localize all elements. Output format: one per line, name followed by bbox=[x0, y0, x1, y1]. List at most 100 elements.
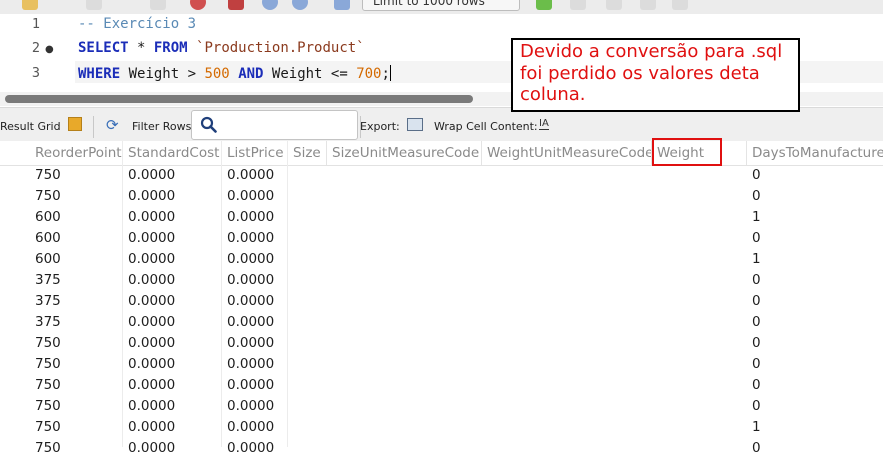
lightning-cursor-icon[interactable] bbox=[86, 0, 102, 10]
table-row[interactable]: 750 0.0000 0.0000 1 bbox=[0, 417, 883, 438]
rollback-icon[interactable] bbox=[292, 0, 308, 10]
table-cell[interactable]: 600 bbox=[30, 207, 123, 228]
table-cell[interactable]: 0 bbox=[747, 375, 883, 396]
table-cell[interactable]: 0.0000 bbox=[123, 312, 222, 333]
table-cell[interactable] bbox=[288, 165, 327, 186]
table-cell[interactable] bbox=[482, 249, 652, 270]
table-row[interactable]: 375 0.0000 0.0000 0 bbox=[0, 270, 883, 291]
table-cell[interactable]: 0.0000 bbox=[123, 165, 222, 186]
table-cell[interactable] bbox=[652, 333, 747, 354]
table-cell[interactable] bbox=[482, 396, 652, 417]
explain-icon[interactable] bbox=[150, 0, 166, 10]
table-cell[interactable]: 1 bbox=[747, 207, 883, 228]
column-header-daystomanufacture[interactable]: DaysToManufacture bbox=[747, 141, 883, 165]
table-cell[interactable]: 375 bbox=[30, 291, 123, 312]
table-cell[interactable]: 0 bbox=[747, 165, 883, 186]
table-cell[interactable] bbox=[288, 249, 327, 270]
table-cell[interactable]: 600 bbox=[30, 228, 123, 249]
table-cell[interactable]: 750 bbox=[30, 354, 123, 375]
table-cell[interactable] bbox=[482, 354, 652, 375]
table-row[interactable]: 750 0.0000 0.0000 0 bbox=[0, 333, 883, 354]
column-header-standardcost[interactable]: StandardCost bbox=[123, 141, 222, 165]
table-cell[interactable]: 0.0000 bbox=[123, 396, 222, 417]
table-cell[interactable] bbox=[482, 270, 652, 291]
table-cell[interactable] bbox=[327, 207, 482, 228]
stop-icon[interactable] bbox=[190, 0, 206, 10]
column-header-sizeunitmeasurecode[interactable]: SizeUnitMeasureCode bbox=[327, 141, 482, 165]
table-cell[interactable]: 750 bbox=[30, 396, 123, 417]
table-cell[interactable]: 0.0000 bbox=[222, 312, 288, 333]
refresh-icon[interactable]: ⟳ bbox=[106, 116, 119, 134]
table-cell[interactable]: 1 bbox=[747, 417, 883, 438]
table-cell[interactable] bbox=[288, 207, 327, 228]
table-row[interactable]: 750 0.0000 0.0000 0 bbox=[0, 396, 883, 417]
table-cell[interactable] bbox=[482, 312, 652, 333]
column-header-listprice[interactable]: ListPrice bbox=[222, 141, 288, 165]
table-row[interactable]: 600 0.0000 0.0000 1 bbox=[0, 249, 883, 270]
table-cell[interactable] bbox=[652, 396, 747, 417]
table-cell[interactable] bbox=[652, 312, 747, 333]
table-cell[interactable] bbox=[652, 249, 747, 270]
table-cell[interactable]: 0.0000 bbox=[123, 438, 222, 459]
table-cell[interactable] bbox=[288, 228, 327, 249]
table-cell[interactable] bbox=[652, 228, 747, 249]
table-cell[interactable] bbox=[288, 438, 327, 459]
table-cell[interactable] bbox=[482, 417, 652, 438]
table-cell[interactable]: 0.0000 bbox=[222, 228, 288, 249]
table-cell[interactable]: 0.0000 bbox=[123, 207, 222, 228]
table-cell[interactable] bbox=[652, 291, 747, 312]
table-cell[interactable]: 750 bbox=[30, 333, 123, 354]
column-header-reorderpoint[interactable]: ReorderPoint bbox=[30, 141, 123, 165]
table-cell[interactable]: 0.0000 bbox=[123, 186, 222, 207]
table-cell[interactable]: 0.0000 bbox=[123, 375, 222, 396]
table-cell[interactable]: 0.0000 bbox=[123, 291, 222, 312]
table-cell[interactable] bbox=[327, 312, 482, 333]
grid-view-icon[interactable] bbox=[68, 117, 82, 131]
table-cell[interactable]: 750 bbox=[30, 417, 123, 438]
table-cell[interactable] bbox=[327, 186, 482, 207]
table-cell[interactable] bbox=[327, 396, 482, 417]
toggle-icon[interactable] bbox=[228, 0, 244, 10]
table-cell[interactable] bbox=[652, 186, 747, 207]
limit-rows-select[interactable]: Limit to 1000 rows bbox=[362, 0, 520, 11]
table-cell[interactable]: 0 bbox=[747, 270, 883, 291]
table-cell[interactable]: 0 bbox=[747, 312, 883, 333]
table-row[interactable]: 750 0.0000 0.0000 0 bbox=[0, 354, 883, 375]
table-cell[interactable]: 0.0000 bbox=[222, 270, 288, 291]
table-cell[interactable]: 0 bbox=[747, 333, 883, 354]
beautify-icon[interactable] bbox=[570, 0, 586, 10]
code-line-3[interactable]: WHERE Weight > 500 AND Weight <= 700; bbox=[78, 65, 391, 82]
result-grid-tab[interactable]: Result Grid bbox=[0, 120, 61, 133]
table-cell[interactable] bbox=[652, 354, 747, 375]
table-cell[interactable]: 0 bbox=[747, 291, 883, 312]
table-cell[interactable] bbox=[327, 333, 482, 354]
column-header-size[interactable]: Size bbox=[288, 141, 327, 165]
table-cell[interactable]: 0.0000 bbox=[222, 396, 288, 417]
table-cell[interactable] bbox=[288, 291, 327, 312]
table-cell[interactable] bbox=[652, 270, 747, 291]
table-cell[interactable]: 375 bbox=[30, 312, 123, 333]
fold-icon[interactable]: ● bbox=[45, 44, 54, 55]
code-line-2[interactable]: SELECT * FROM `Production.Product` bbox=[78, 40, 365, 56]
table-cell[interactable] bbox=[482, 333, 652, 354]
table-cell[interactable] bbox=[327, 249, 482, 270]
table-cell[interactable]: 0.0000 bbox=[222, 207, 288, 228]
wrap-icon[interactable] bbox=[672, 0, 688, 10]
table-cell[interactable] bbox=[482, 165, 652, 186]
table-cell[interactable] bbox=[482, 438, 652, 459]
code-line-1[interactable]: -- Exercício 3 bbox=[78, 16, 196, 32]
table-cell[interactable]: 0.0000 bbox=[222, 291, 288, 312]
table-cell[interactable]: 0.0000 bbox=[123, 417, 222, 438]
table-cell[interactable] bbox=[482, 207, 652, 228]
table-cell[interactable] bbox=[327, 417, 482, 438]
scrollbar-thumb[interactable] bbox=[5, 95, 473, 103]
table-cell[interactable]: 0.0000 bbox=[222, 375, 288, 396]
table-cell[interactable]: 0.0000 bbox=[123, 228, 222, 249]
table-cell[interactable]: 0 bbox=[747, 396, 883, 417]
table-row[interactable]: 600 0.0000 0.0000 0 bbox=[0, 228, 883, 249]
table-cell[interactable]: 1 bbox=[747, 249, 883, 270]
table-cell[interactable] bbox=[652, 375, 747, 396]
table-cell[interactable] bbox=[288, 312, 327, 333]
add-snippet-icon[interactable] bbox=[536, 0, 552, 10]
table-row[interactable]: 750 0.0000 0.0000 0 bbox=[0, 186, 883, 207]
